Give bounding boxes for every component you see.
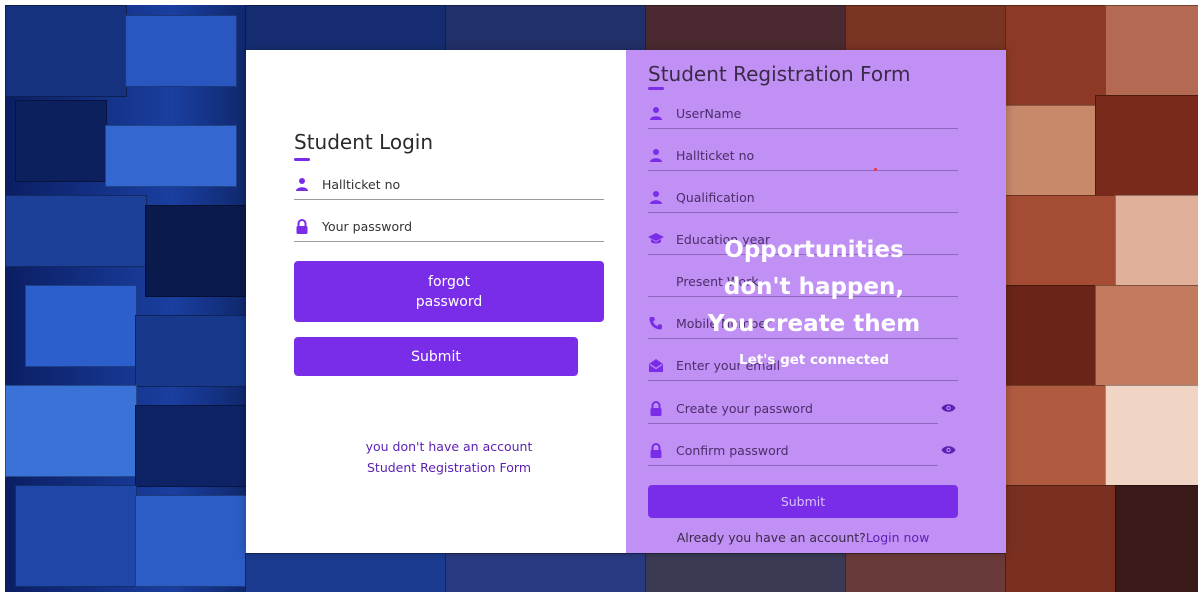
show-confirm-password-eye-icon[interactable] — [940, 442, 956, 458]
title-underline — [648, 87, 664, 90]
login-title: Student Login — [294, 130, 434, 154]
field-label: Qualification — [676, 189, 755, 205]
user-icon — [648, 189, 664, 205]
no-account-text: you don't have an account — [365, 439, 533, 454]
blank-icon — [648, 273, 664, 289]
lock-icon — [648, 400, 664, 416]
forgot-label-line2: password — [415, 293, 483, 310]
auth-card: Student Login Hallticket no Your passwor… — [246, 50, 1006, 553]
already-account-text: Already you have an account?Login now — [648, 530, 958, 545]
phone-icon — [648, 315, 664, 331]
user-icon — [648, 105, 664, 121]
title-underline — [294, 158, 310, 161]
already-text: Already you have an account? — [676, 530, 866, 545]
overlay-subtitle: Let's get connected — [739, 352, 889, 368]
hallticket-field[interactable]: Hallticket no — [648, 140, 958, 171]
user-icon — [294, 176, 310, 192]
register-submit-button[interactable]: Submit — [648, 485, 958, 518]
envelope-icon — [648, 357, 664, 373]
login-now-link[interactable]: Login now — [866, 530, 930, 545]
overlay-slogan: Opportunities don't happen, You create t… — [684, 232, 944, 343]
registration-title: Student Registration Form — [648, 62, 911, 86]
login-panel: Student Login Hallticket no Your passwor… — [246, 50, 626, 553]
slogan-line3: You create them — [707, 311, 921, 337]
lock-icon — [294, 218, 310, 234]
create-password-field[interactable]: Create your password — [648, 393, 938, 424]
show-password-eye-icon[interactable] — [940, 400, 956, 416]
cursor-dot — [874, 168, 877, 171]
password-placeholder: Your password — [322, 218, 413, 234]
qualification-field[interactable]: Qualification — [648, 182, 958, 213]
user-icon — [648, 147, 664, 163]
login-hallticket-field[interactable]: Hallticket no — [294, 169, 604, 200]
lock-icon — [648, 442, 664, 458]
username-field[interactable]: UserName — [648, 98, 958, 129]
field-label: Hallticket no — [676, 147, 755, 163]
hallticket-placeholder: Hallticket no — [322, 176, 401, 192]
field-label: Create your password — [676, 400, 813, 416]
field-label: Confirm password — [676, 442, 789, 458]
login-submit-button[interactable]: Submit — [294, 337, 578, 376]
field-label: UserName — [676, 105, 742, 121]
graduation-cap-icon — [648, 231, 664, 247]
slogan-line2: don't happen, — [723, 274, 905, 300]
login-password-field[interactable]: Your password — [294, 211, 604, 242]
register-link[interactable]: Student Registration Form — [294, 460, 604, 475]
forgot-label-line1: forgot — [428, 273, 470, 290]
slogan-line1: Opportunities — [724, 237, 904, 263]
confirm-password-field[interactable]: Confirm password — [648, 435, 938, 466]
forgot-password-button[interactable]: forgot password — [294, 261, 604, 322]
